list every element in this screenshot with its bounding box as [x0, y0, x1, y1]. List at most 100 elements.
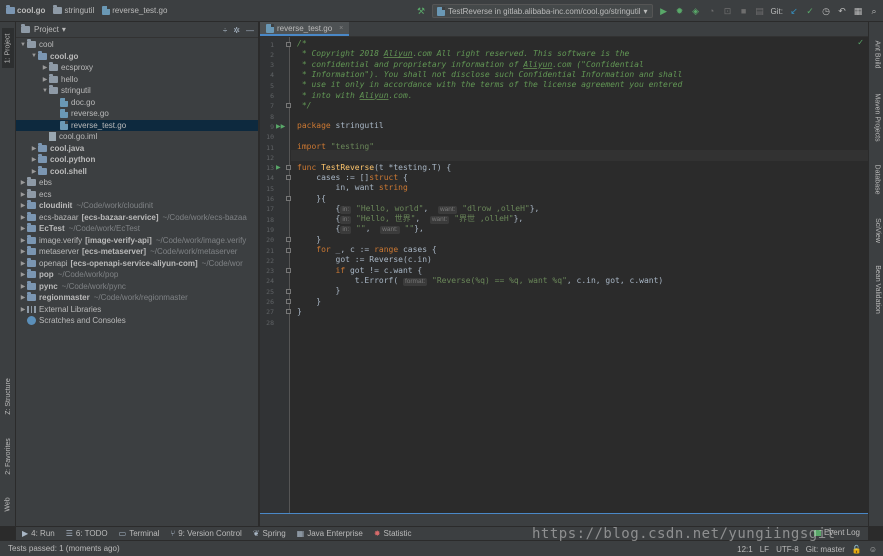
event-log-button[interactable]: Event Log — [813, 528, 860, 537]
tree-item[interactable]: reverse_test.go — [16, 119, 258, 131]
chevron-right-icon[interactable]: ▶ — [19, 202, 27, 209]
tab-bean-validation[interactable]: Bean Validation — [871, 258, 883, 320]
hammer-build-icon[interactable]: ⚒ — [416, 6, 426, 16]
tool-button-4-run[interactable]: ▶ 4: Run — [22, 529, 55, 538]
hide-panel-icon[interactable]: — — [246, 26, 254, 35]
chevron-down-icon[interactable]: ▾ — [62, 25, 66, 34]
editor-tab-reverse-test[interactable]: reverse_test.go × — [260, 22, 350, 36]
run-configuration-selector[interactable]: TestReverse in gitlab.alibaba-inc.com/co… — [431, 4, 653, 18]
stop-icon[interactable]: ■ — [739, 6, 749, 16]
tree-item[interactable]: ▶ ecs-bazaar [ecs-bazaar-service] ~/Code/wo… — [16, 211, 258, 224]
tree-item[interactable]: ▶ metaserver [ecs-metaserver] ~/Code/work/m… — [16, 246, 258, 258]
run-icon[interactable]: ▶ — [659, 6, 669, 16]
collapse-all-icon[interactable]: ÷ — [223, 26, 227, 35]
chevron-right-icon[interactable]: ▶ — [30, 156, 38, 163]
tree-item[interactable]: reverse.go — [16, 108, 258, 120]
line-separator[interactable]: LF — [760, 545, 769, 554]
tree-item[interactable]: ▶ openapi [ecs-openapi-service-aliyun-com]… — [16, 257, 258, 270]
fold-marker-icon[interactable] — [286, 165, 291, 171]
tab-web[interactable]: Web — [2, 492, 14, 516]
tree-item[interactable]: ▶ EcTest ~/Code/work/EcTest — [16, 223, 258, 235]
tree-item[interactable]: Scratches and Consoles — [16, 315, 258, 327]
revert-icon[interactable]: ↶ — [837, 6, 847, 16]
tool-button-statistic[interactable]: ✸ Statistic — [374, 529, 412, 538]
tool-button-terminal[interactable]: ▭ Terminal — [119, 529, 160, 538]
chevron-right-icon[interactable]: ▶ — [19, 283, 27, 290]
chevron-right-icon[interactable]: ▶ — [19, 225, 27, 232]
fold-marker-icon[interactable] — [286, 103, 291, 109]
tree-item[interactable]: ▶ ecsproxy — [16, 62, 258, 74]
tool-button-java-enterprise[interactable]: ▦ Java Enterprise — [297, 529, 363, 538]
tree-item[interactable]: ▶ regionmaster ~/Code/work/regionmaster — [16, 292, 258, 304]
breadcrumb-item-package[interactable]: stringutil — [53, 5, 94, 15]
tree-item[interactable]: ▶ hello — [16, 73, 258, 86]
gutter-run-icon[interactable]: ▶ — [276, 164, 281, 171]
chevron-down-icon[interactable]: ▼ — [30, 53, 38, 59]
caret-position[interactable]: 12:1 — [737, 545, 753, 554]
tree-item[interactable]: ▼ cool — [16, 39, 258, 51]
inspector-icon[interactable]: ☺ — [869, 545, 877, 554]
tool-button-spring[interactable]: ❦ Spring — [253, 529, 286, 538]
chevron-right-icon[interactable]: ▶ — [19, 214, 27, 221]
tab-database[interactable]: Database — [871, 156, 883, 202]
fold-marker-icon[interactable] — [286, 247, 291, 253]
project-view-selector[interactable]: Project — [34, 25, 59, 34]
attach-icon[interactable]: ⊡ — [723, 6, 733, 16]
tree-item[interactable]: ▶ cool.shell — [16, 165, 258, 178]
tree-item[interactable]: cool.go.iml — [16, 131, 258, 143]
tree-item[interactable]: ▶ ebs — [16, 177, 258, 189]
gutter-run-icon[interactable]: ▶▶ — [276, 123, 285, 130]
tree-item[interactable]: ▶ cloudinit ~/Code/work/cloudinit — [16, 200, 258, 212]
breadcrumb-item-project[interactable]: cool.go — [6, 5, 45, 15]
close-icon[interactable]: × — [339, 25, 343, 32]
status-message[interactable]: Tests passed: 1 (moments ago) — [8, 544, 120, 553]
tree-item[interactable]: ▶ pop ~/Code/work/pop — [16, 269, 258, 281]
tree-item[interactable]: ▶ pync ~/Code/work/pync — [16, 280, 258, 293]
file-encoding[interactable]: UTF-8 — [776, 545, 799, 554]
chevron-right-icon[interactable]: ▶ — [19, 306, 27, 313]
history-icon[interactable]: ◷ — [821, 6, 831, 16]
tree-item[interactable]: ▶ image.verify [image-verify-api] ~/Code/wo… — [16, 234, 258, 247]
chevron-right-icon[interactable]: ▶ — [41, 64, 49, 71]
tab-maven-projects[interactable]: Maven Projects — [871, 86, 883, 148]
vcs-commit-icon[interactable]: ✓ — [805, 6, 815, 16]
gear-icon[interactable]: ✲ — [233, 26, 240, 35]
tab-sciview[interactable]: SciView — [871, 208, 883, 252]
tool-button-6-todo[interactable]: ☰ 6: TODO — [66, 529, 108, 538]
vcs-update-icon[interactable]: ↙ — [789, 6, 799, 16]
tree-item[interactable]: ▶ External Libraries — [16, 304, 258, 316]
chevron-right-icon[interactable]: ▶ — [19, 260, 27, 267]
fold-marker-icon[interactable] — [286, 196, 291, 201]
chevron-down-icon[interactable]: ▼ — [19, 42, 27, 48]
fold-marker-icon[interactable] — [286, 237, 291, 243]
chevron-right-icon[interactable]: ▶ — [19, 271, 27, 278]
fold-marker-icon[interactable] — [286, 175, 291, 181]
project-structure-icon[interactable]: ▦ — [853, 6, 863, 16]
search-icon[interactable]: ⌕ — [869, 6, 879, 16]
fold-marker-icon[interactable] — [286, 299, 291, 304]
tree-item[interactable]: ▶ cool.python — [16, 154, 258, 166]
tree-item[interactable]: ▼ cool.go — [16, 50, 258, 63]
tree-item[interactable]: ▼ stringutil — [16, 85, 258, 97]
fold-marker-icon[interactable] — [286, 268, 291, 274]
chevron-right-icon[interactable]: ▶ — [19, 294, 27, 301]
chevron-right-icon[interactable]: ▶ — [19, 191, 27, 198]
profile-icon[interactable]: ◔ — [707, 6, 717, 16]
debug-icon[interactable]: ✹ — [675, 6, 685, 16]
chevron-right-icon[interactable]: ▶ — [19, 179, 27, 186]
tree-item[interactable]: ▶ ecs — [16, 188, 258, 201]
layout-icon[interactable]: ▤ — [755, 6, 765, 16]
chevron-right-icon[interactable]: ▶ — [19, 237, 27, 244]
breadcrumb-item-file[interactable]: reverse_test.go — [102, 6, 167, 15]
editor-gutter[interactable]: 1 2 3 4 5 6 7 8 9 ▶▶ 10 11 12 13 ▶ 14 15 16 17 18 19 20 21 22 23… — [260, 37, 291, 513]
chevron-down-icon[interactable]: ▼ — [41, 88, 49, 94]
lock-icon[interactable]: 🔓 — [852, 545, 862, 554]
chevron-right-icon[interactable]: ▶ — [41, 76, 49, 83]
tree-item[interactable]: ▶ cool.java — [16, 142, 258, 155]
chevron-right-icon[interactable]: ▶ — [30, 145, 38, 152]
coverage-icon[interactable]: ◈ — [691, 6, 701, 16]
chevron-right-icon[interactable]: ▶ — [19, 248, 27, 255]
tab-ant-build[interactable]: Ant Build — [871, 28, 883, 80]
fold-marker-icon[interactable] — [286, 309, 291, 315]
tab-project[interactable]: 1: Project — [2, 28, 14, 68]
